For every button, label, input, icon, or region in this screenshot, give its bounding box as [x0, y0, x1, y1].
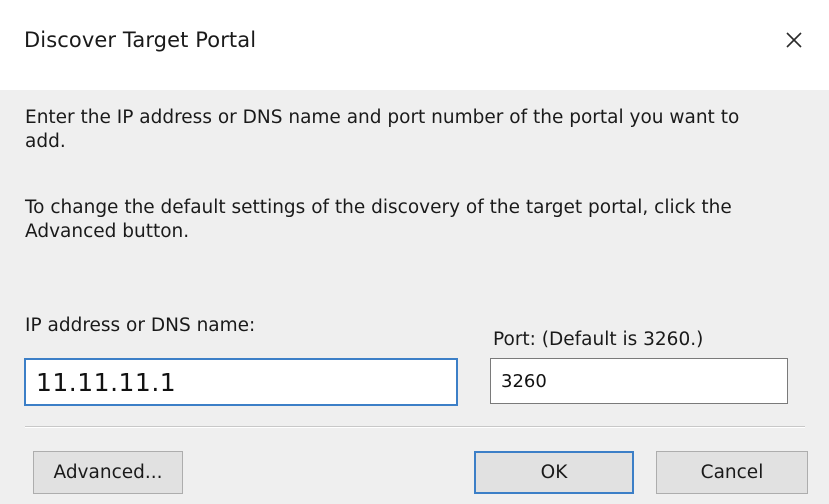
instruction-text-2: To change the default settings of the di…: [25, 197, 732, 242]
close-icon: [786, 32, 802, 48]
dialog-body: Enter the IP address or DNS name and por…: [0, 90, 829, 504]
discover-target-portal-dialog: Discover Target Portal Enter the IP addr…: [0, 0, 829, 504]
instruction-text-1: Enter the IP address or DNS name and por…: [25, 107, 740, 152]
dialog-title: Discover Target Portal: [24, 28, 257, 52]
divider: [25, 426, 805, 428]
cancel-button[interactable]: Cancel: [656, 451, 808, 494]
ok-button[interactable]: OK: [474, 451, 634, 494]
port-input[interactable]: 3260: [490, 358, 788, 404]
advanced-button[interactable]: Advanced...: [33, 451, 183, 494]
ip-address-input[interactable]: 11.11.11.1: [24, 358, 458, 406]
title-bar: Discover Target Portal: [0, 0, 829, 90]
ip-address-label: IP address or DNS name:: [25, 315, 256, 336]
close-button[interactable]: [774, 20, 814, 60]
port-label: Port: (Default is 3260.): [493, 329, 704, 350]
